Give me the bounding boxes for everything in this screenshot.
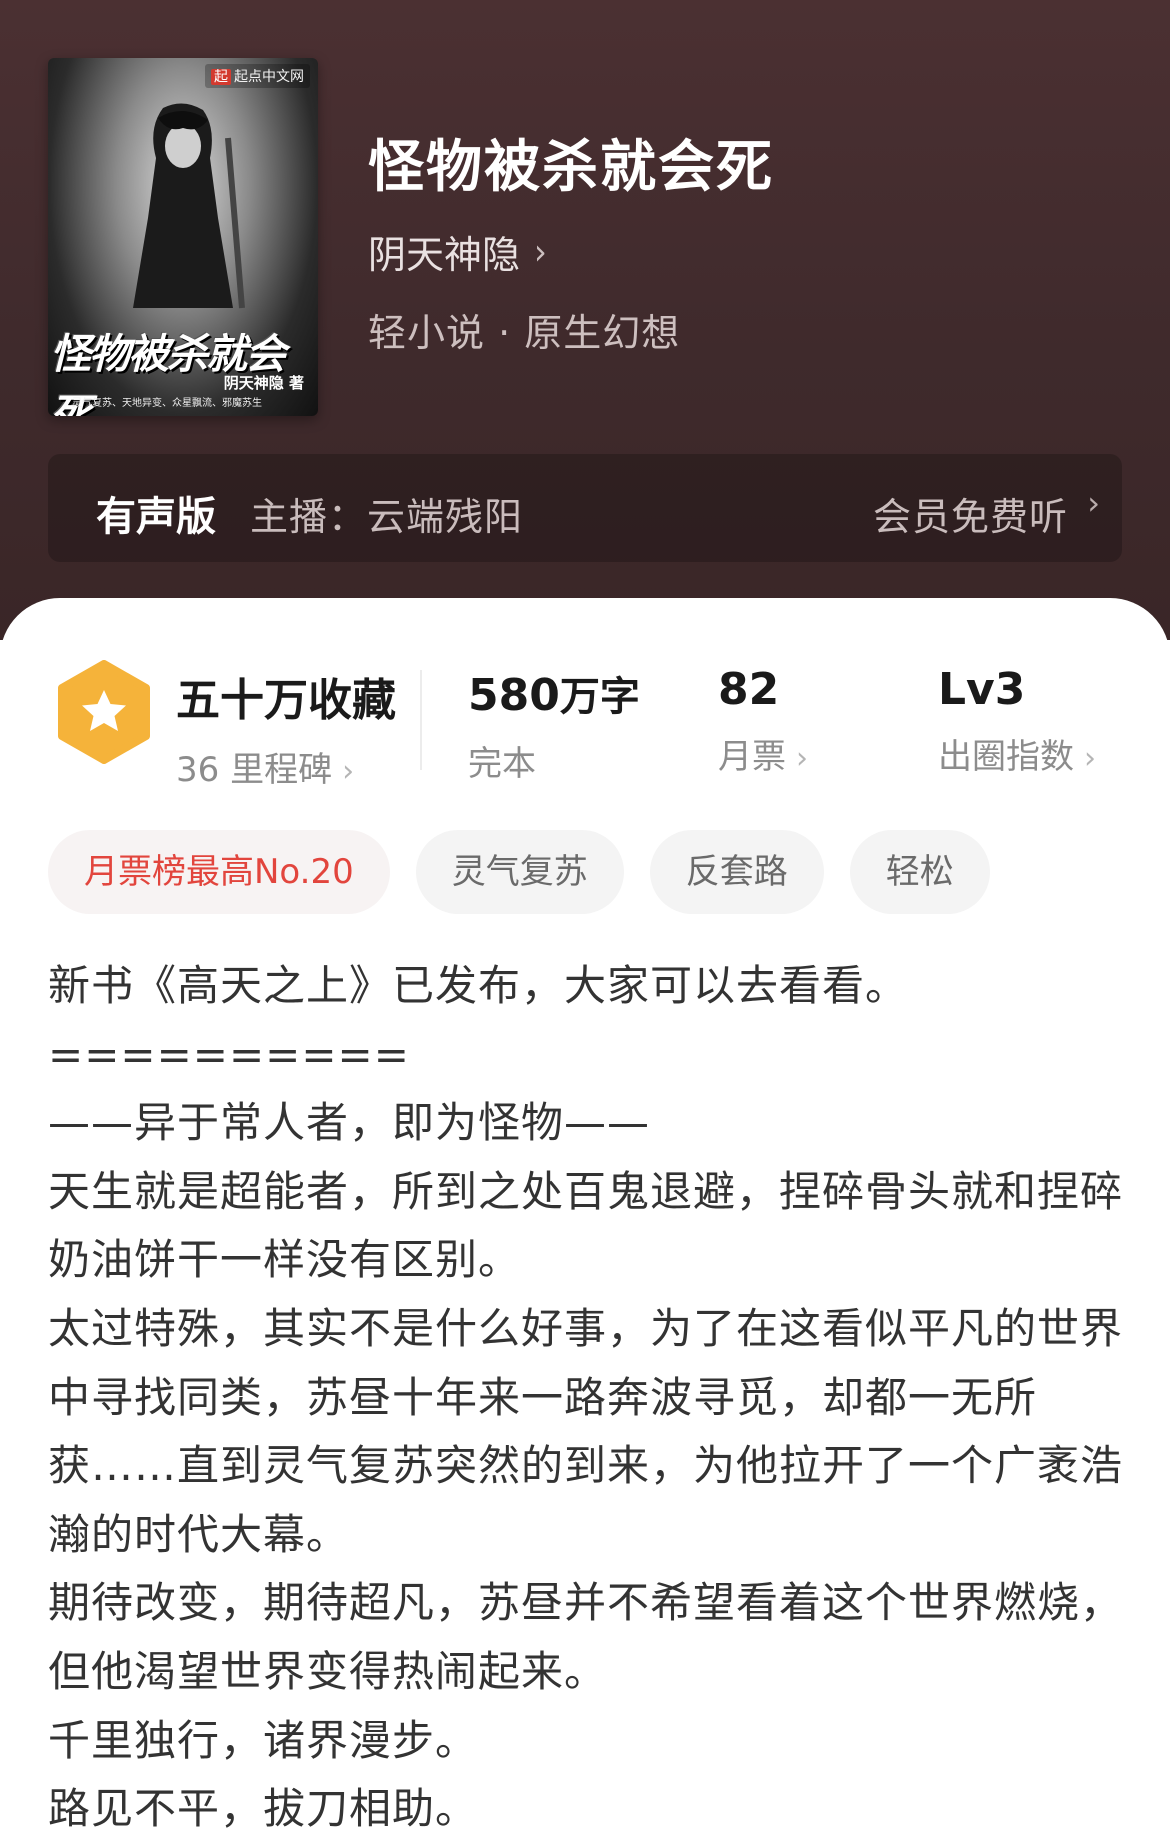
book-detail-panel: 五十万收藏 36 里程碑 › 580万字 完本 82 月票 › Lv3 出圈指数 › …: [0, 598, 1170, 1844]
level-value: Lv3: [938, 664, 1026, 715]
member-free-listen: 会员免费听: [872, 495, 1068, 539]
audio-edition-bar[interactable]: 有声版 主播：云端残阳 会员免费听 ›: [48, 454, 1122, 562]
tag-item[interactable]: 反套路: [649, 830, 824, 914]
monthly-votes-label: 月票: [718, 737, 786, 777]
description-line: 太过特殊，其实不是什么好事，为了在这看似平凡的世界中寻找同类，苏昼十年来一路奔波…: [48, 1303, 1124, 1559]
stat-word-count: 580万字 完本: [468, 664, 640, 785]
author-link[interactable]: 阴天神隐 ›: [368, 224, 547, 279]
stat-breakout-index[interactable]: Lv3 出圈指数 ›: [938, 664, 1096, 778]
chevron-right-icon: ›: [342, 754, 355, 789]
description-line: 路见不平，拔刀相助。: [48, 1784, 479, 1834]
tag-list: 月票榜最高No.20 灵气复苏 反套路 轻松: [48, 830, 1016, 914]
stat-monthly-votes[interactable]: 82 月票 ›: [718, 664, 808, 778]
chevron-right-icon: ›: [1084, 741, 1096, 776]
level-label: 出圈指数: [938, 737, 1074, 777]
book-description: 新书《高天之上》已发布，大家可以去看看。 ========== ——异于常人者，…: [48, 952, 1128, 1844]
genre-label: 轻小说 · 原生幻想: [368, 311, 681, 355]
description-line: 新书《高天之上》已发布，大家可以去看看。: [48, 961, 909, 1010]
monthly-votes-value: 82: [718, 664, 780, 715]
tag-item[interactable]: 轻松: [849, 830, 990, 914]
milestones-link: 36 里程碑 ›: [176, 750, 355, 790]
tag-ranking[interactable]: 月票榜最高No.20: [48, 830, 390, 914]
cover-illustration: [133, 103, 245, 309]
stat-favorites[interactable]: 五十万收藏 36 里程碑 ›: [176, 664, 396, 791]
book-cover[interactable]: 起起点中文网 怪物被杀就会死 阴天神隐 著 灵气复苏、天地异变、众星飘流、邪魔苏…: [48, 58, 318, 416]
audio-label: 有声版: [96, 494, 216, 540]
word-count-unit: 万字: [559, 674, 640, 720]
description-line: 期待改变，期待超凡，苏昼并不希望看着这个世界燃烧，但他渴望世界变得热闹起来。: [48, 1578, 1124, 1696]
chevron-right-icon: ›: [1087, 484, 1100, 522]
description-line: 天生就是超能者，所到之处百鬼退避，捏碎骨头就和捏碎奶油饼干一样没有区别。: [48, 1166, 1124, 1285]
book-title: 怪物被杀就会死: [368, 135, 774, 200]
cover-author: 阴天神隐 著: [223, 374, 304, 392]
author-name: 阴天神隐: [368, 233, 521, 277]
description-line: ——异于常人者，即为怪物——: [48, 1098, 651, 1148]
cover-tags: 灵气复苏、天地异变、众星飘流、邪魔苏生: [72, 398, 262, 409]
star-hexagon-icon: [58, 660, 150, 764]
completion-status: 完本: [468, 744, 536, 784]
chevron-right-icon: ›: [534, 230, 547, 273]
tag-item[interactable]: 灵气复苏: [415, 830, 624, 914]
favorites-count: 五十万收藏: [176, 675, 396, 726]
chevron-right-icon: ›: [796, 741, 808, 776]
description-line: 千里独行，诸界漫步。: [48, 1715, 479, 1765]
book-header: 起起点中文网 怪物被杀就会死 阴天神隐 著 灵气复苏、天地异变、众星飘流、邪魔苏…: [0, 0, 1170, 640]
cover-publisher: 起起点中文网: [205, 64, 310, 88]
description-line: ==========: [48, 1029, 410, 1079]
word-count-value: 580: [468, 670, 560, 721]
stat-divider: [420, 670, 422, 770]
audio-host: 主播：云端残阳: [250, 495, 524, 539]
